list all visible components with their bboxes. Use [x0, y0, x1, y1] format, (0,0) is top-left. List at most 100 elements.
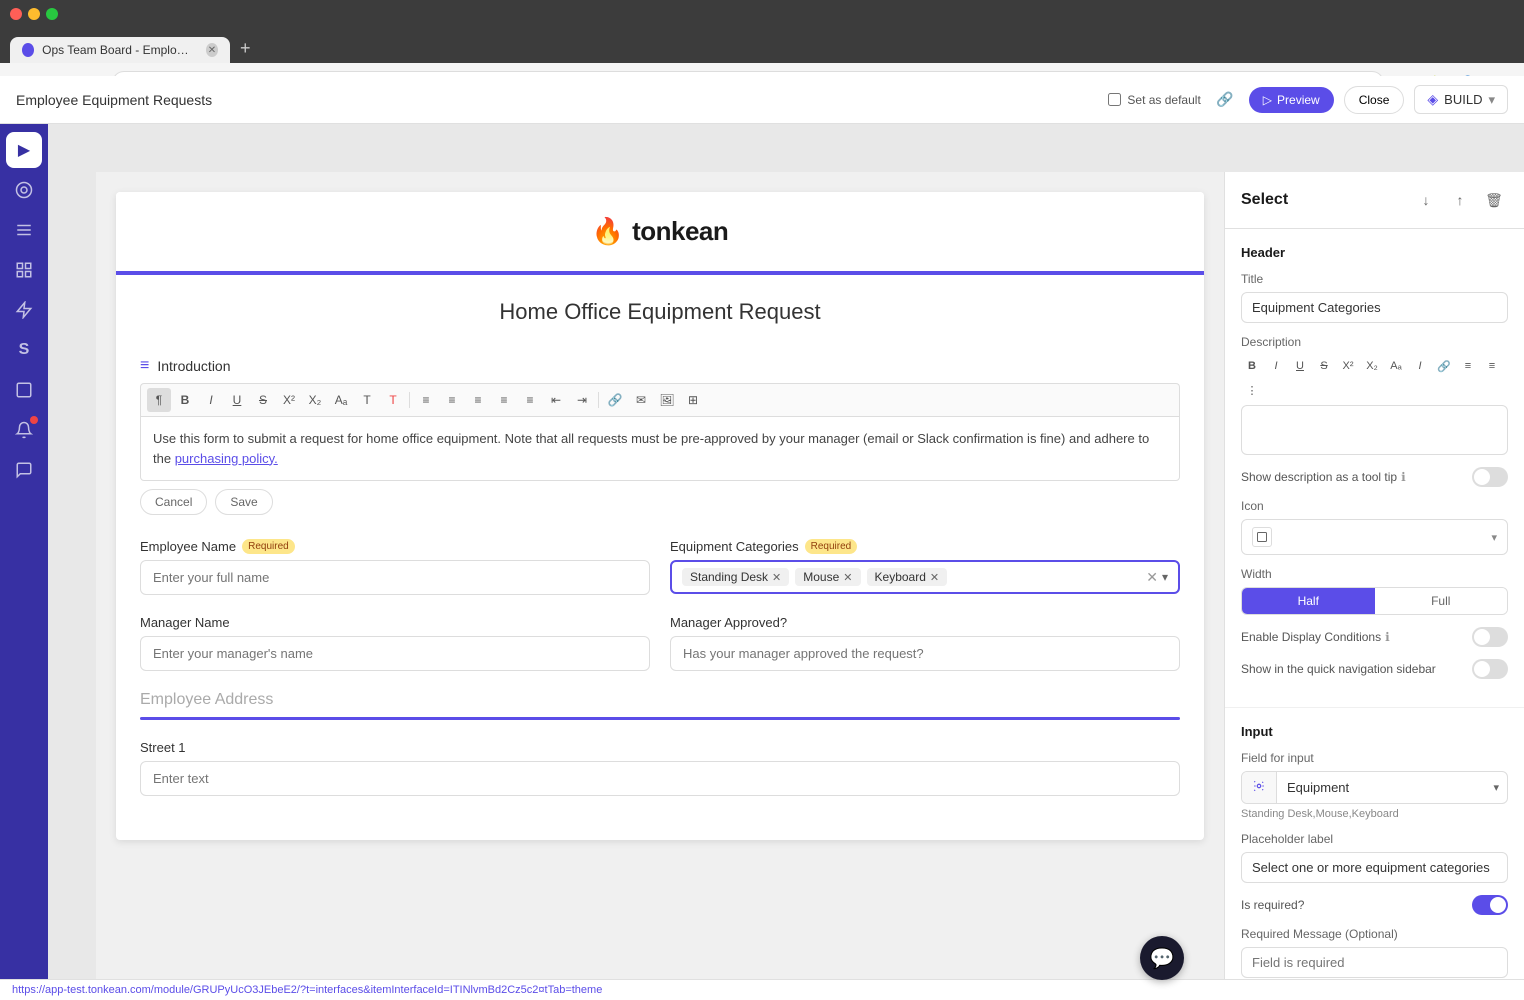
equipment-categories-label: Equipment Categories Required [670, 539, 1180, 554]
street1-input[interactable] [140, 761, 1180, 796]
preview-button[interactable]: ▷ Preview [1249, 87, 1334, 113]
status-url: https://app-test.tonkean.com/module/GRUP… [12, 984, 602, 996]
enable-display-conditions-info-icon[interactable]: ℹ [1385, 630, 1390, 644]
editor-btn-underline[interactable]: U [225, 388, 249, 412]
employee-name-required-badge: Required [242, 539, 295, 554]
panel-header-actions: ↓ ↑ 🗑 [1412, 186, 1508, 214]
rich-btn-italic[interactable]: I [1265, 355, 1287, 377]
editor-btn-align-left[interactable]: ≡ [466, 388, 490, 412]
tag-mouse-close[interactable]: ✕ [843, 571, 852, 584]
panel-delete-button[interactable]: 🗑 [1480, 186, 1508, 214]
close-button[interactable]: Close [1344, 86, 1405, 114]
traffic-light-green[interactable] [46, 8, 58, 20]
equipment-categories-field: Equipment Categories Required Standing D… [670, 539, 1180, 595]
equipment-categories-select[interactable]: Standing Desk ✕ Mouse ✕ Keyboard ✕ [670, 560, 1180, 594]
panel-header-section: Header Title Description B I U S X² X₂ A… [1225, 229, 1524, 708]
rich-btn-bold[interactable]: B [1241, 355, 1263, 377]
rich-btn-link[interactable]: 🔗 [1433, 355, 1455, 377]
editor-btn-italic[interactable]: I [199, 388, 223, 412]
editor-btn-indent-dec[interactable]: ⇤ [544, 388, 568, 412]
icon-select[interactable]: ▾ [1241, 519, 1508, 555]
editor-content[interactable]: Use this form to submit a request for ho… [140, 416, 1180, 481]
editor-btn-subscript[interactable]: X₂ [303, 388, 327, 412]
build-label: BUILD [1444, 92, 1482, 107]
build-icon: ◈ [1427, 91, 1438, 108]
form-logo-section: 🔥 tonkean [116, 192, 1204, 275]
editor-btn-highlight[interactable]: T [381, 388, 405, 412]
show-description-tooltip-row: Show description as a tool tip ℹ [1241, 467, 1508, 487]
show-description-info-icon[interactable]: ℹ [1401, 470, 1406, 484]
rich-btn-ul[interactable]: ≡ [1457, 355, 1479, 377]
show-description-tooltip-toggle[interactable] [1472, 467, 1508, 487]
rich-btn-strikethrough[interactable]: S [1313, 355, 1335, 377]
rich-btn-font[interactable]: Aₐ [1385, 355, 1407, 377]
panel-header-section-title: Header [1241, 245, 1508, 260]
editor-btn-superscript[interactable]: X² [277, 388, 301, 412]
rich-btn-italic2[interactable]: I [1409, 355, 1431, 377]
editor-btn-paragraph[interactable]: ¶ [147, 388, 171, 412]
width-half-button[interactable]: Half [1242, 588, 1375, 614]
rich-btn-superscript[interactable]: X² [1337, 355, 1359, 377]
form-canvas: 🔥 tonkean Home Office Equipment Request … [116, 192, 1204, 840]
traffic-light-red[interactable] [10, 8, 22, 20]
editor-btn-table[interactable]: ⊞ [681, 388, 705, 412]
panel-move-up-button[interactable]: ↑ [1446, 186, 1474, 214]
icon-label: Icon [1241, 499, 1508, 513]
field-select-chevron-icon: ▾ [1485, 774, 1507, 801]
panel-move-down-button[interactable]: ↓ [1412, 186, 1440, 214]
enable-display-conditions-row: Enable Display Conditions ℹ [1241, 627, 1508, 647]
enable-display-conditions-toggle[interactable] [1472, 627, 1508, 647]
show-quick-nav-toggle[interactable] [1472, 659, 1508, 679]
form-area: 🔥 tonkean Home Office Equipment Request … [96, 172, 1224, 980]
editor-btn-image[interactable]: 🖼 [655, 388, 679, 412]
title-input[interactable] [1241, 292, 1508, 323]
editor-btn-email[interactable]: ✉ [629, 388, 653, 412]
editor-btn-align-center[interactable]: ≡ [492, 388, 516, 412]
placeholder-label-input[interactable] [1241, 852, 1508, 883]
editor-btn-indent-inc[interactable]: ⇥ [570, 388, 594, 412]
editor-btn-strikethrough[interactable]: S [251, 388, 275, 412]
editor-btn-font-size[interactable]: Aₐ [329, 388, 353, 412]
editor-btn-align-right[interactable]: ≡ [518, 388, 542, 412]
select-clear-button[interactable]: ✕ [1146, 569, 1158, 586]
build-dropdown[interactable]: ◈ BUILD ▾ [1414, 85, 1508, 114]
field-for-input-select[interactable]: Equipment ▾ [1241, 771, 1508, 804]
traffic-light-yellow[interactable] [28, 8, 40, 20]
link-button[interactable]: 🔗 [1211, 86, 1239, 114]
editor-btn-text-style[interactable]: T [355, 388, 379, 412]
show-quick-nav-row: Show in the quick navigation sidebar [1241, 659, 1508, 679]
tag-standing-desk-close[interactable]: ✕ [772, 571, 781, 584]
width-full-button[interactable]: Full [1375, 588, 1508, 614]
tag-keyboard: Keyboard ✕ [867, 568, 948, 586]
rich-btn-subscript[interactable]: X₂ [1361, 355, 1383, 377]
panel-input-section: Input Field for input Equipment ▾ Standi… [1225, 708, 1524, 980]
intro-section-header: ≡ Introduction [140, 341, 1180, 383]
required-message-input[interactable] [1241, 947, 1508, 978]
save-button[interactable]: Save [215, 489, 272, 515]
cancel-button[interactable]: Cancel [140, 489, 207, 515]
description-editor[interactable] [1241, 405, 1508, 455]
new-tab-button[interactable]: + [232, 34, 259, 63]
tab-close-button[interactable]: ✕ [206, 43, 218, 57]
chat-widget[interactable]: 💬 [1140, 936, 1184, 980]
rich-btn-more[interactable]: ⋮ [1241, 379, 1263, 401]
editor-btn-ol[interactable]: ≡ [440, 388, 464, 412]
manager-approved-input[interactable] [670, 636, 1180, 671]
rich-btn-underline[interactable]: U [1289, 355, 1311, 377]
editor-divider-2 [598, 392, 599, 408]
field-for-input-value: Equipment [1277, 773, 1485, 802]
browser-tab[interactable]: Ops Team Board - Employee E... ✕ [10, 37, 230, 63]
is-required-label: Is required? [1241, 898, 1304, 912]
form-row-manager: Manager Name Manager Approved? [140, 615, 1180, 671]
manager-name-input[interactable] [140, 636, 650, 671]
editor-btn-ul[interactable]: ≡ [414, 388, 438, 412]
editor-btn-bold[interactable]: B [173, 388, 197, 412]
intro-link[interactable]: purchasing policy. [175, 451, 278, 466]
select-chevron-icon[interactable]: ▾ [1162, 570, 1168, 584]
tag-keyboard-close[interactable]: ✕ [930, 571, 939, 584]
rich-btn-ol[interactable]: ≡ [1481, 355, 1503, 377]
editor-btn-link[interactable]: 🔗 [603, 388, 627, 412]
employee-name-input[interactable] [140, 560, 650, 595]
set-as-default-checkbox[interactable] [1108, 93, 1121, 106]
is-required-toggle[interactable] [1472, 895, 1508, 915]
